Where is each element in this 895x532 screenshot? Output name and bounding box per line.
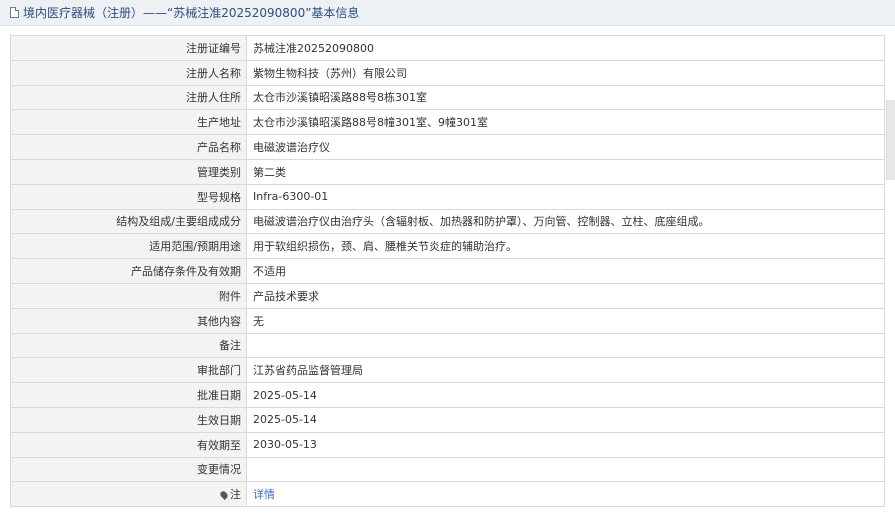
table-row: 注册人住所 太仓市沙溪镇昭溪路88号8栋301室 bbox=[10, 84, 885, 111]
row-value: 2030-05-13 bbox=[246, 431, 885, 458]
row-label: 其他内容 bbox=[10, 307, 247, 334]
table-row: 有效期至 2030-05-13 bbox=[10, 431, 885, 458]
table-row: 型号规格 Infra-6300-01 bbox=[10, 183, 885, 210]
table-row: 结构及组成/主要组成成分 电磁波谱治疗仪由治疗头（含辐射板、加热器和防护罩）、万… bbox=[10, 208, 885, 235]
table-row: 管理类别 第二类 bbox=[10, 158, 885, 185]
row-label: 附件 bbox=[10, 282, 247, 309]
row-label: 注册证编号 bbox=[10, 35, 247, 61]
row-value: 2025-05-14 bbox=[246, 406, 885, 433]
table-row: 产品名称 电磁波谱治疗仪 bbox=[10, 134, 885, 160]
row-value bbox=[246, 332, 885, 359]
row-label: 注册人名称 bbox=[10, 59, 247, 86]
row-value bbox=[246, 456, 885, 483]
row-value: 江苏省药品监督管理局 bbox=[246, 357, 885, 384]
row-label: 产品储存条件及有效期 bbox=[10, 258, 247, 284]
table-row: 附件 产品技术要求 bbox=[10, 282, 885, 309]
table-row: 产品储存条件及有效期 不适用 bbox=[10, 258, 885, 284]
note-label: 注 bbox=[230, 488, 241, 502]
row-value: 产品技术要求 bbox=[246, 282, 885, 309]
note-label-cell: 注 bbox=[10, 481, 247, 508]
row-value: 不适用 bbox=[246, 258, 885, 284]
row-value: 2025-05-14 bbox=[246, 382, 885, 408]
pin-icon bbox=[219, 490, 229, 501]
table-row: 审批部门 江苏省药品监督管理局 bbox=[10, 357, 885, 384]
table-row: 生效日期 2025-05-14 bbox=[10, 406, 885, 433]
row-label: 变更情况 bbox=[10, 456, 247, 483]
row-label: 产品名称 bbox=[10, 134, 247, 160]
table-row: 注册人名称 紫物生物科技（苏州）有限公司 bbox=[10, 59, 885, 86]
row-value: 太仓市沙溪镇昭溪路88号8幢301室、9幢301室 bbox=[246, 109, 885, 136]
row-label: 备注 bbox=[10, 332, 247, 359]
row-value: 用于软组织损伤，颈、肩、腰椎关节炎症的辅助治疗。 bbox=[246, 233, 885, 260]
row-label: 批准日期 bbox=[10, 382, 247, 408]
row-label: 管理类别 bbox=[10, 158, 247, 185]
table-row: 其他内容 无 bbox=[10, 307, 885, 334]
row-value: 电磁波谱治疗仪由治疗头（含辐射板、加热器和防护罩）、万向管、控制器、立柱、底座组… bbox=[246, 208, 885, 235]
page-header: 境内医疗器械（注册）——“苏械注准20252090800”基本信息 bbox=[0, 0, 895, 26]
table-row: 适用范围/预期用途 用于软组织损伤，颈、肩、腰椎关节炎症的辅助治疗。 bbox=[10, 233, 885, 260]
table-row: 备注 bbox=[10, 332, 885, 359]
row-label: 生产地址 bbox=[10, 109, 247, 136]
row-value: 紫物生物科技（苏州）有限公司 bbox=[246, 59, 885, 86]
document-icon bbox=[10, 7, 19, 18]
table-row: 注册证编号 苏械注准20252090800 bbox=[10, 35, 885, 61]
note-value-cell: 详情 bbox=[246, 481, 885, 508]
row-value: 电磁波谱治疗仪 bbox=[246, 134, 885, 160]
table-row-note: 注 详情 bbox=[10, 481, 885, 508]
detail-link[interactable]: 详情 bbox=[253, 488, 275, 501]
row-value: 苏械注准20252090800 bbox=[246, 35, 885, 61]
row-label: 生效日期 bbox=[10, 406, 247, 433]
row-label: 适用范围/预期用途 bbox=[10, 233, 247, 260]
table-row: 变更情况 bbox=[10, 456, 885, 483]
row-label: 结构及组成/主要组成成分 bbox=[10, 208, 247, 235]
row-label: 型号规格 bbox=[10, 183, 247, 210]
row-value: Infra-6300-01 bbox=[246, 183, 885, 210]
table-row: 批准日期 2025-05-14 bbox=[10, 382, 885, 408]
row-label: 有效期至 bbox=[10, 431, 247, 458]
row-value: 无 bbox=[246, 307, 885, 334]
info-table-container: 注册证编号 苏械注准20252090800 注册人名称 紫物生物科技（苏州）有限… bbox=[10, 35, 885, 508]
info-table: 注册证编号 苏械注准20252090800 注册人名称 紫物生物科技（苏州）有限… bbox=[10, 35, 885, 508]
table-row: 生产地址 太仓市沙溪镇昭溪路88号8幢301室、9幢301室 bbox=[10, 109, 885, 136]
row-value: 太仓市沙溪镇昭溪路88号8栋301室 bbox=[246, 84, 885, 111]
row-value: 第二类 bbox=[246, 158, 885, 185]
page-title: 境内医疗器械（注册）——“苏械注准20252090800”基本信息 bbox=[23, 6, 360, 20]
row-label: 注册人住所 bbox=[10, 84, 247, 111]
row-label: 审批部门 bbox=[10, 357, 247, 384]
scrollbar[interactable] bbox=[886, 100, 895, 180]
